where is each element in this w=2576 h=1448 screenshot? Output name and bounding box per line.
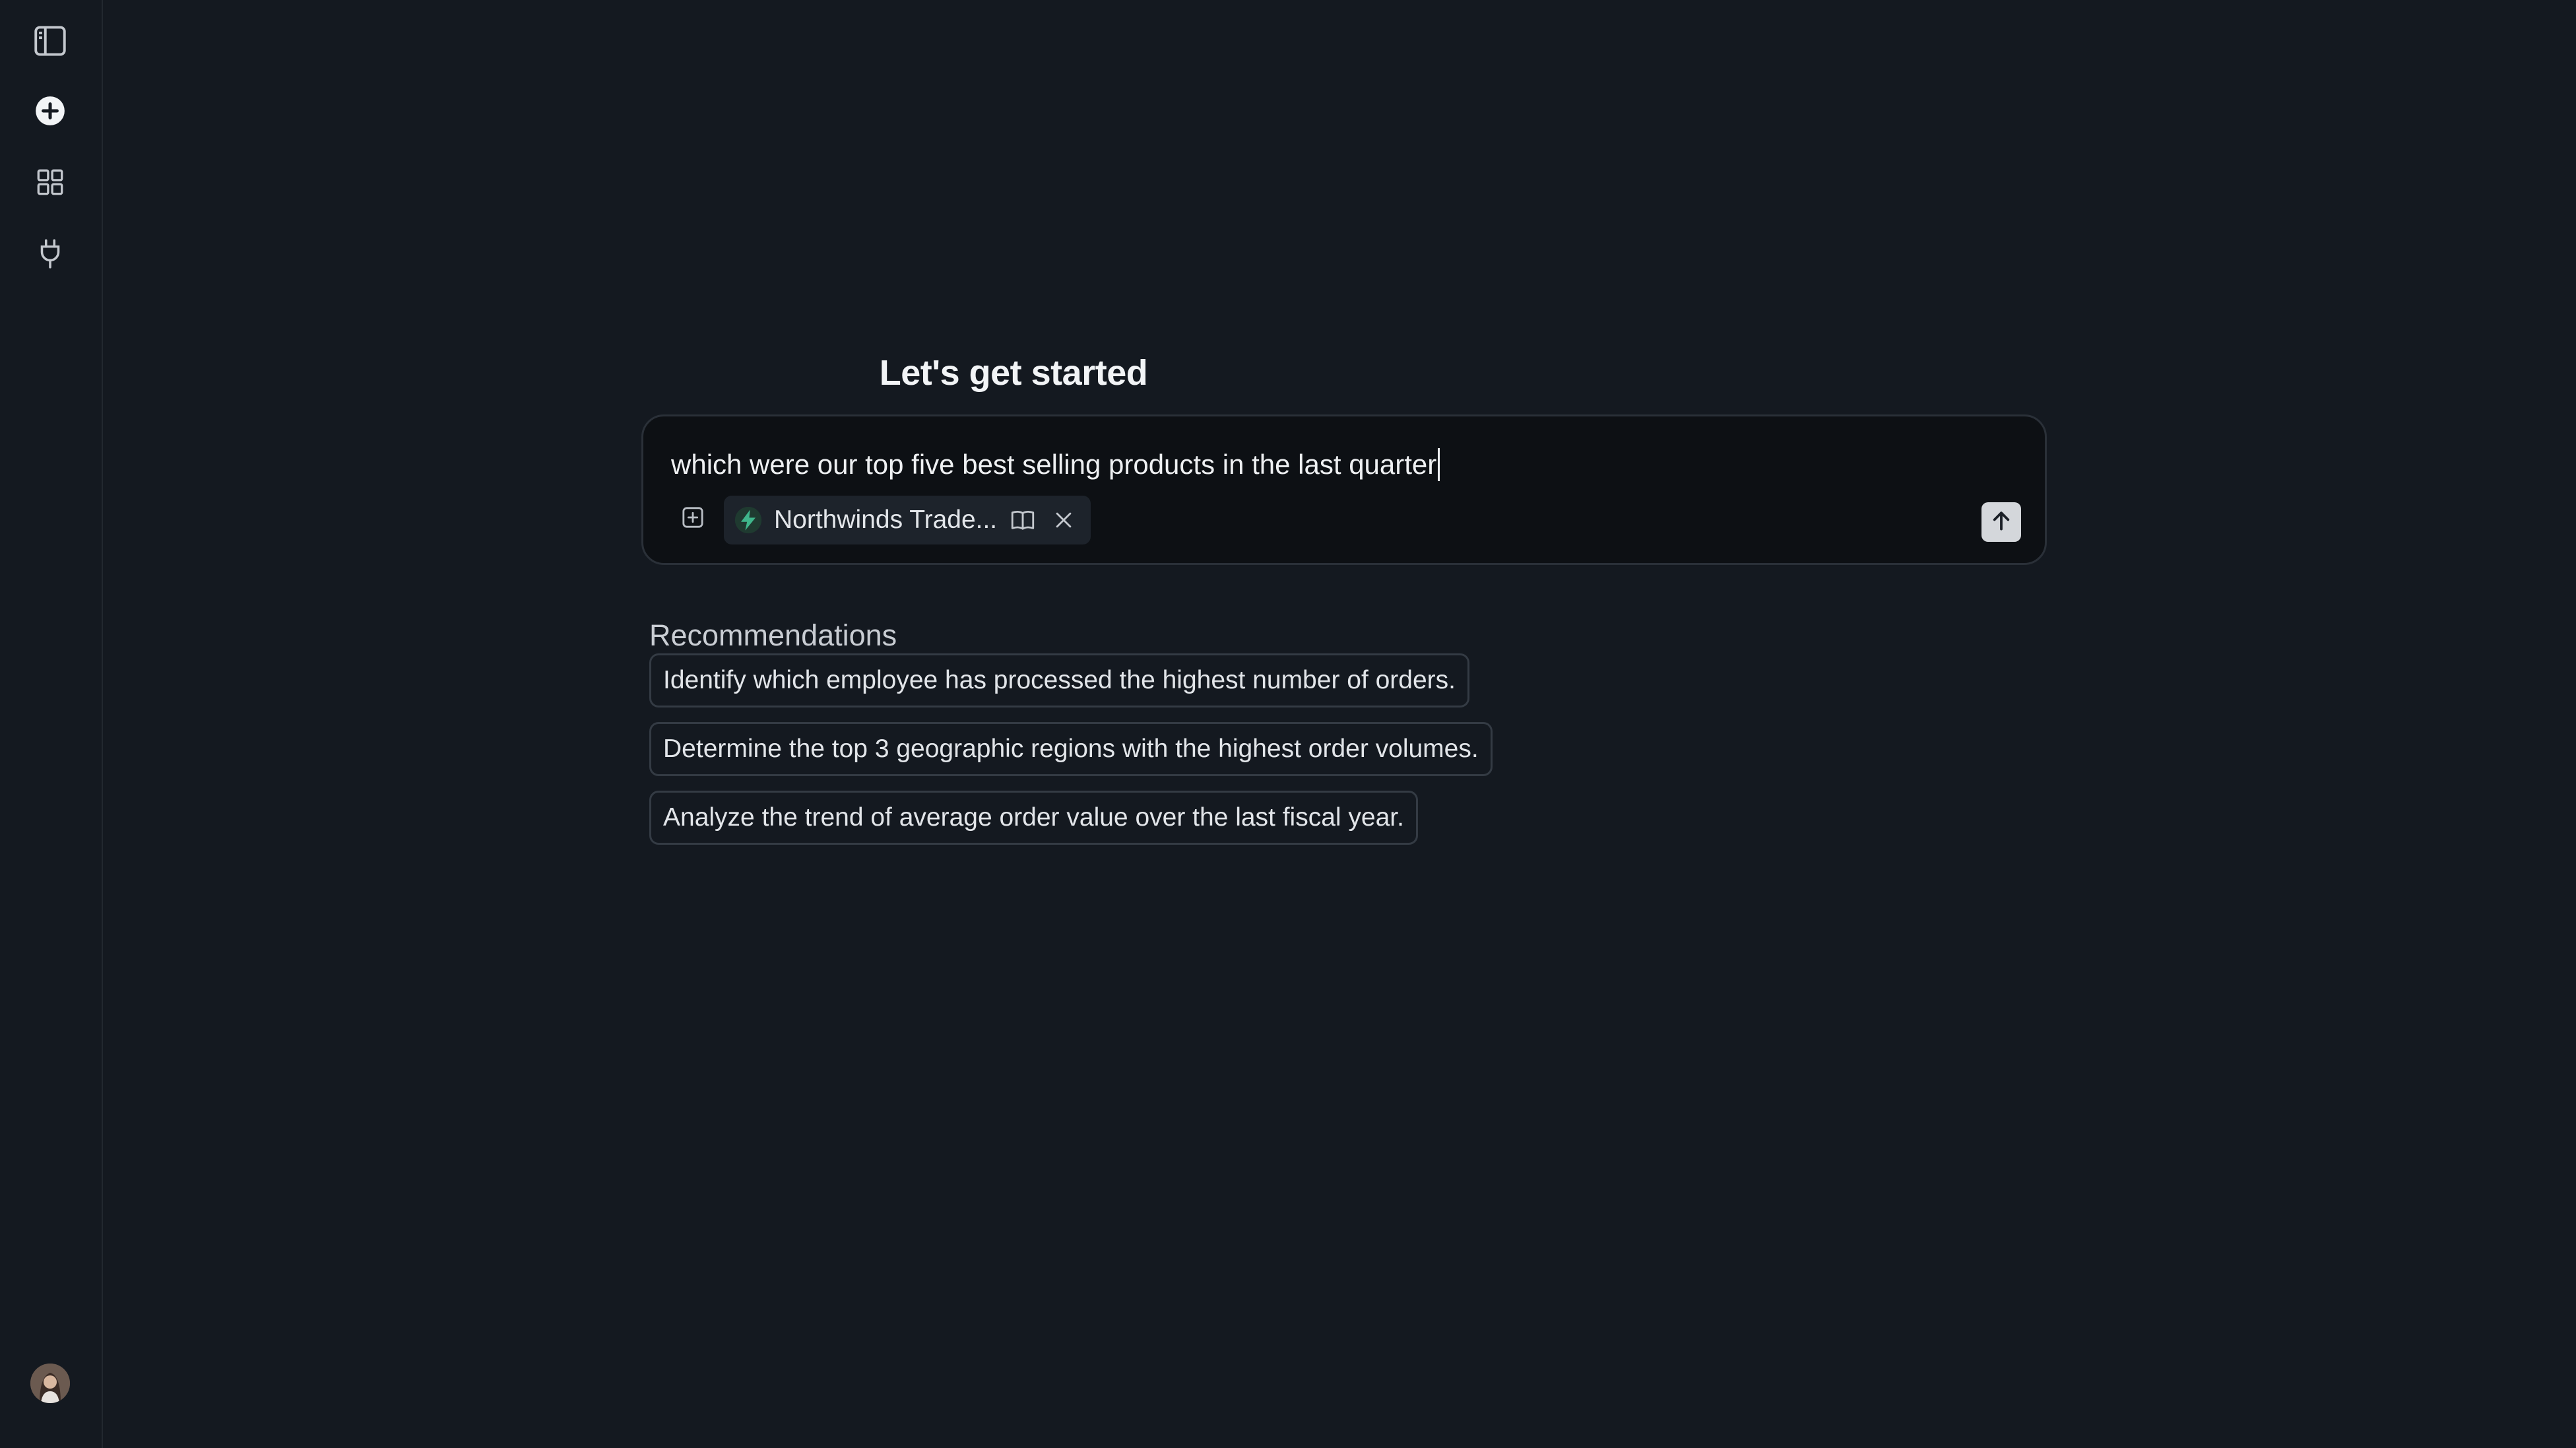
attach-plus-square-icon <box>680 504 706 534</box>
apps-button[interactable] <box>25 157 75 207</box>
plug-icon <box>34 236 67 271</box>
text-caret <box>1438 448 1440 481</box>
recommendation-item[interactable]: Identify which employee has processed th… <box>649 653 1470 708</box>
send-button[interactable] <box>1981 502 2021 542</box>
user-avatar[interactable] <box>30 1364 70 1403</box>
chat-composer: which were our top five best selling pro… <box>641 414 2047 565</box>
arrow-up-icon <box>1989 508 2014 537</box>
new-chat-button[interactable] <box>25 86 75 136</box>
book-icon[interactable] <box>1008 505 1038 535</box>
sidebar-panel-icon <box>31 22 69 60</box>
bolt-icon <box>733 505 763 535</box>
close-icon[interactable] <box>1048 505 1079 535</box>
recommendation-item[interactable]: Analyze the trend of average order value… <box>649 791 1418 845</box>
toggle-sidebar-button[interactable] <box>25 16 75 66</box>
data-source-label: Northwinds Trade... <box>774 506 998 534</box>
recommendations-list: Identify which employee has processed th… <box>649 653 1493 845</box>
prompt-input-value: which were our top five best selling pro… <box>671 449 1437 480</box>
page-title: Let's get started <box>879 353 1148 393</box>
prompt-input[interactable]: which were our top five best selling pro… <box>671 448 1440 481</box>
data-source-chip[interactable]: Northwinds Trade... <box>724 496 1091 544</box>
plus-circle-icon <box>34 94 67 127</box>
recommendations-heading: Recommendations <box>649 618 897 653</box>
attach-button[interactable] <box>676 502 709 535</box>
sidebar <box>0 0 103 1448</box>
recommendation-item[interactable]: Determine the top 3 geographic regions w… <box>649 722 1493 776</box>
grid-icon <box>34 166 67 199</box>
connectors-button[interactable] <box>25 228 75 279</box>
app-window: Let's get started which were our top fiv… <box>0 0 2576 1448</box>
